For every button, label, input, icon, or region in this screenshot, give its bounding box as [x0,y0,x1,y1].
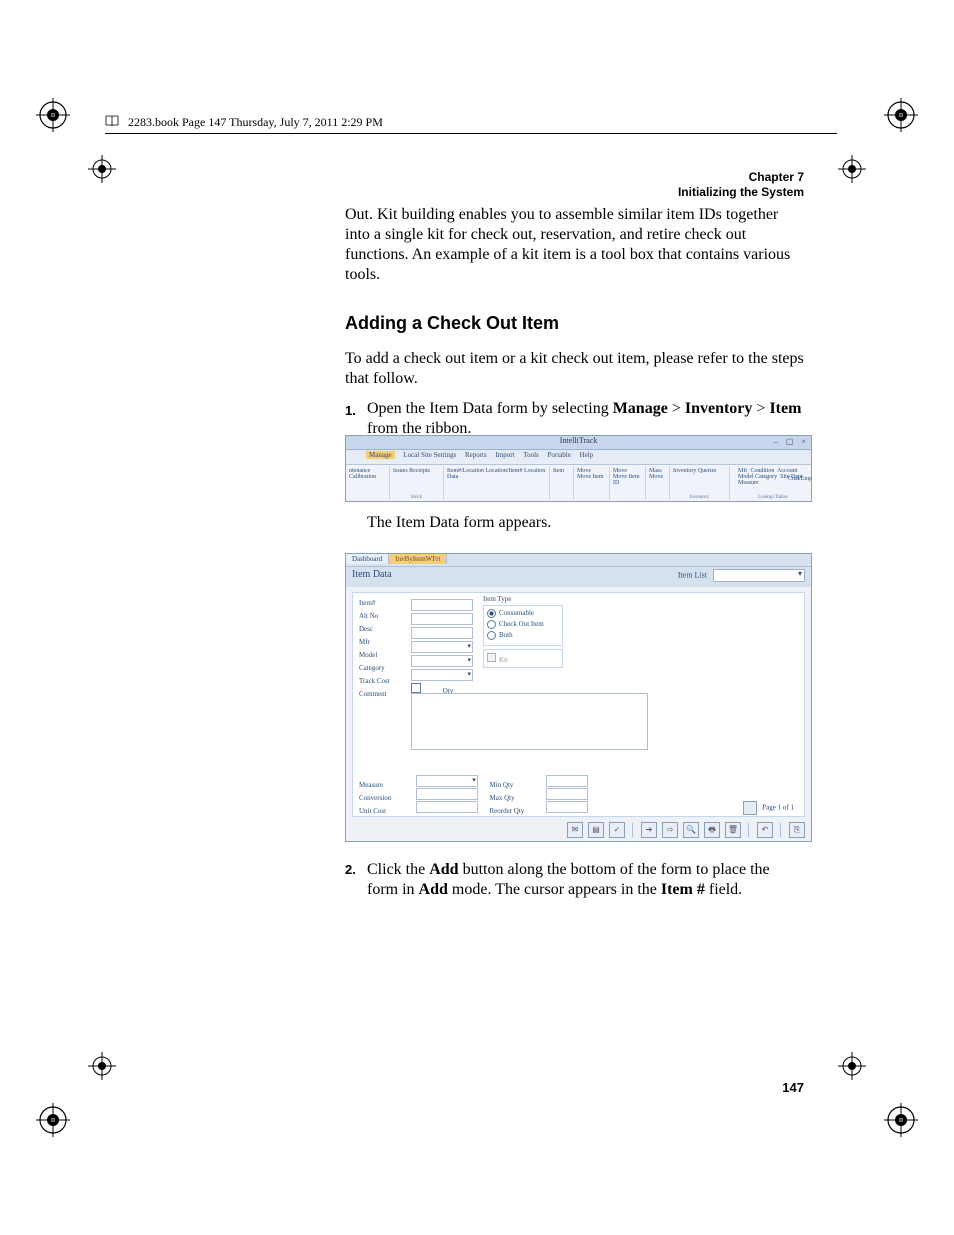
item-list-label: Item List [678,570,707,579]
page-number: 147 [782,1080,804,1095]
toolbar-undo-icon[interactable]: ↶ [757,822,773,838]
item-data-form-screenshot: DashboardInvByItemWFrt Item Data Item Li… [345,553,812,842]
field-label: Category [359,664,414,677]
section-intro: To add a check out item or a kit check o… [345,349,804,389]
running-header: 2283.book Page 147 Thursday, July 7, 201… [105,115,837,131]
min-qty-input[interactable] [546,775,588,787]
ribbon-button[interactable]: Measure [738,480,759,486]
radio-checkout[interactable]: Check Out Item [487,620,559,631]
model-dropdown[interactable] [411,655,473,667]
ribbon-area: ntenance Calibration Issues Receipts Sto… [346,465,811,501]
field-label: Desc [359,625,414,638]
radio-both[interactable]: Both [487,631,559,642]
item-list-dropdown[interactable] [713,569,805,582]
toolbar-exit-icon[interactable]: ⎘ [789,822,805,838]
toolbar-print-icon[interactable]: 🖶 [704,822,720,838]
crop-mark-icon [36,1103,70,1137]
category-dropdown[interactable] [411,669,473,681]
step-1: 1. Open the Item Data form by selecting … [345,399,804,439]
field-label: Comment [359,690,414,703]
step-text: Open the Item Data form by selecting Man… [367,399,804,439]
radio-consumable[interactable]: Consumable [487,609,559,620]
intro-paragraph: Out. Kit building enables you to assembl… [345,205,804,285]
toolbar-list-icon[interactable]: ▤ [588,822,604,838]
section-heading: Adding a Check Out Item [345,313,804,333]
book-icon [105,115,119,131]
menu-item[interactable]: Import [495,451,514,459]
ribbon-button[interactable]: Item [553,468,564,474]
menu-item[interactable]: Local Site Settings [403,451,456,459]
chapter-header: Chapter 7 Initializing the System [678,170,804,200]
kit-label: Kit [499,656,508,664]
conversion-input[interactable] [416,788,478,800]
measure-dropdown[interactable] [416,775,478,787]
crop-mark-icon [884,98,918,132]
menu-item[interactable]: Manage [366,451,395,459]
form-toolbar: ✉ ▤ ✓ ➔ ⇨ 🔍 🖶 🗑 ↶ ⎘ [352,821,805,837]
step-1-caption: The Item Data form appears. [367,514,551,532]
form-title: Item Data [352,569,392,580]
field-label: Mfr [359,638,414,651]
tab-dashboard[interactable]: Dashboard [346,554,389,564]
menu-item[interactable]: Help [580,451,594,459]
reorder-qty-input[interactable] [546,801,588,813]
crop-mark-small-icon [838,155,866,183]
header-rule [105,133,837,134]
step-2: 2. Click the Add button along the bottom… [345,860,804,900]
ribbon-button[interactable]: Inventory Queries [673,468,717,474]
ribbon-button[interactable]: Item#/Location Location/Item# Location D… [447,468,545,480]
comment-textarea[interactable] [411,693,648,750]
crop-mark-small-icon [88,155,116,183]
chapter-title: Initializing the System [678,185,804,200]
header-text: 2283.book Page 147 Thursday, July 7, 201… [128,115,383,129]
chapter-label: Chapter 7 [678,170,804,185]
menu-item[interactable]: Portable [548,451,571,459]
field-label: Item# [359,599,414,612]
alt-no-input[interactable] [411,613,473,625]
ribbon-button[interactable]: ntenance Calibration [349,468,376,480]
toolbar-check-icon[interactable]: ✓ [609,822,625,838]
crop-mark-icon [884,1103,918,1137]
menu-item[interactable]: Tools [523,451,538,459]
toolbar-forward-icon[interactable]: ⇨ [662,822,678,838]
unit-cost-input[interactable] [416,801,478,813]
toolbar-mail-icon[interactable]: ✉ [567,822,583,838]
track-cost-checkbox[interactable] [411,683,421,693]
field-label: Reorder Qty [490,807,545,815]
grid-icon[interactable] [743,801,757,815]
page-of-label: Page 1 of 1 [762,804,794,812]
ribbon-screenshot: IntelliTrack – ▢ × Manage Local Site Set… [345,435,812,502]
ribbon-button[interactable]: Move Move Item ID [613,468,640,486]
menu-bar: Manage Local Site Settings Reports Impor… [346,450,811,465]
menu-item[interactable]: Reports [465,451,487,459]
field-label: Track Cost [359,677,414,690]
step-number: 2. [345,860,367,900]
crop-mark-small-icon [838,1052,866,1080]
field-label: Alt No [359,612,414,625]
step-number: 1. [345,399,367,439]
mfr-dropdown[interactable] [411,641,473,653]
ribbon-button[interactable]: Move Move Item [577,468,604,480]
tab-invbyitem[interactable]: InvByItemWFrt [389,554,447,564]
field-label: Model [359,651,414,664]
item-type-label: Item Type [483,595,563,603]
crop-mark-icon [36,98,70,132]
toolbar-delete-icon[interactable]: 🗑 [725,822,741,838]
app-title: IntelliTrack [560,436,597,445]
ribbon-button[interactable]: Mass Move [649,468,663,480]
ribbon-button[interactable]: Cust/Emp [788,476,812,482]
item-number-input[interactable] [411,599,473,611]
ribbon-button[interactable]: Issues Receipts [393,468,430,474]
kit-checkbox[interactable] [487,653,496,662]
step-text: Click the Add button along the bottom of… [367,860,804,900]
field-label: Unit Cost [359,807,414,815]
toolbar-search-icon[interactable]: 🔍 [683,822,699,838]
max-qty-input[interactable] [546,788,588,800]
desc-input[interactable] [411,627,473,639]
crop-mark-small-icon [88,1052,116,1080]
window-buttons[interactable]: – ▢ × [774,437,809,446]
toolbar-next-icon[interactable]: ➔ [641,822,657,838]
